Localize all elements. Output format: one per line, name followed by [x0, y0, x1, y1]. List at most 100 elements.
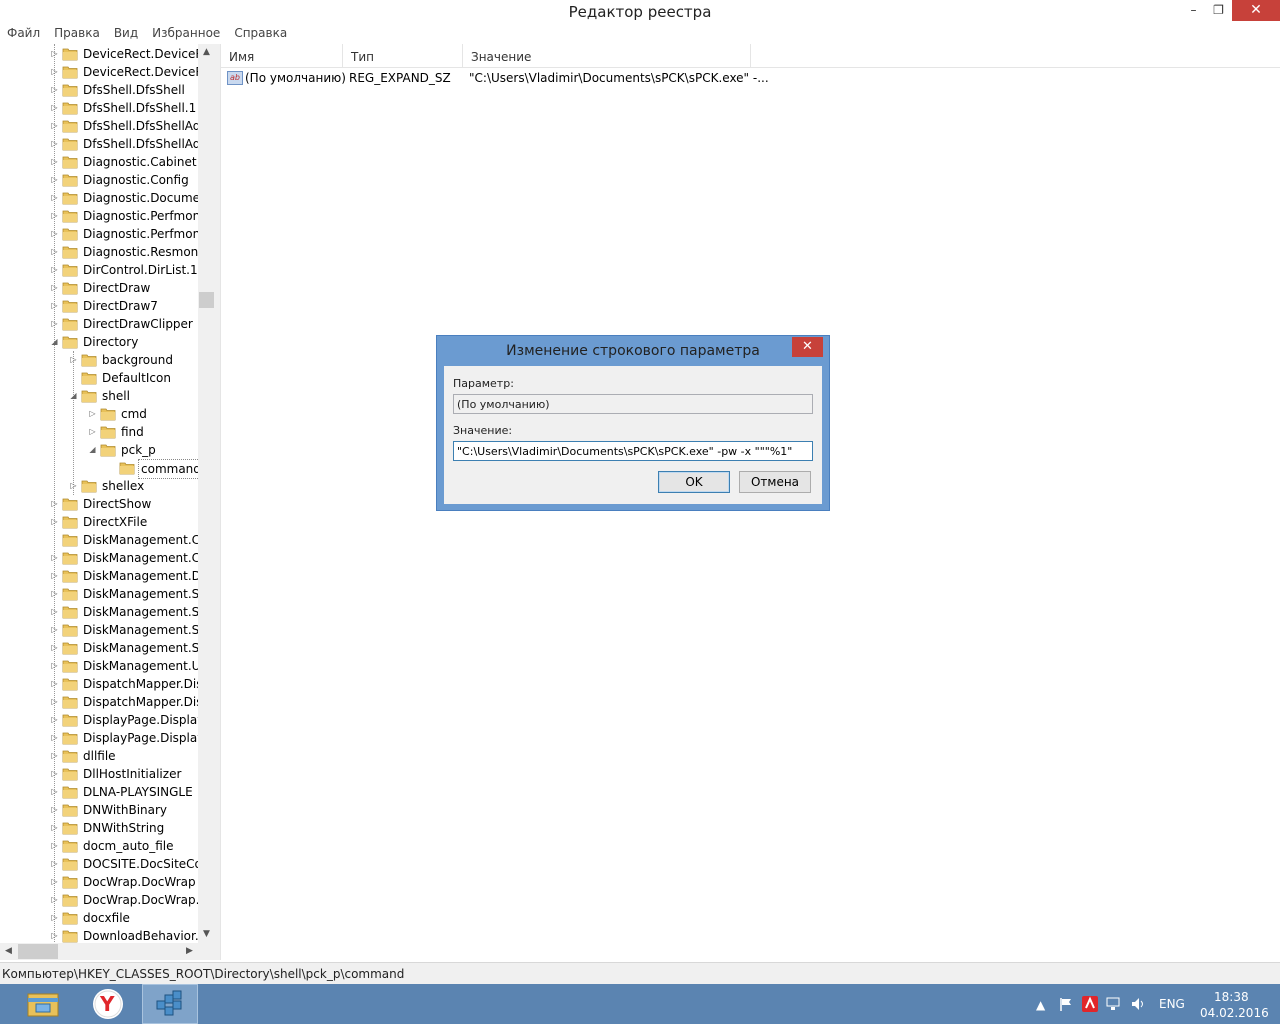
tree-item[interactable]: ▷ DispatchMapper.Disp: [0, 675, 198, 693]
tree-item[interactable]: ▷ DirectDrawClipper: [0, 315, 198, 333]
expand-arrow-icon[interactable]: ▷: [50, 135, 59, 153]
antivirus-icon[interactable]: [1082, 996, 1098, 1024]
collapse-arrow-icon[interactable]: ◢: [88, 441, 97, 459]
tree-item[interactable]: ▷ DfsShell.DfsShell.1: [0, 99, 198, 117]
tree-item[interactable]: ▷ DisplayPage.DisplayC: [0, 729, 198, 747]
tree-item[interactable]: ▷ Diagnostic.Cabinet: [0, 153, 198, 171]
tree-item[interactable]: ▷ DiskManagement.UIT: [0, 657, 198, 675]
column-value[interactable]: Значение: [463, 44, 751, 68]
expand-arrow-icon[interactable]: ▷: [50, 747, 59, 765]
close-button[interactable]: ✕: [1232, 0, 1280, 21]
tree-item[interactable]: ▷ DirectShow: [0, 495, 198, 513]
expand-arrow-icon[interactable]: ▷: [50, 585, 59, 603]
tree-item[interactable]: ▷ DiskManagement.Sna: [0, 585, 198, 603]
tree-item[interactable]: ▷ DirControl.DirList.14.0: [0, 261, 198, 279]
tree-item[interactable]: ▷ DirectDraw: [0, 279, 198, 297]
tree-item[interactable]: ▷ background: [0, 351, 198, 369]
expand-arrow-icon[interactable]: ▷: [50, 171, 59, 189]
tree-item[interactable]: ▷ DeviceRect.DeviceRec: [0, 63, 198, 81]
menu-help[interactable]: Справка: [227, 24, 294, 44]
tree-item[interactable]: ▷ Diagnostic.Document: [0, 189, 198, 207]
expand-arrow-icon[interactable]: ▷: [50, 783, 59, 801]
expand-arrow-icon[interactable]: ▷: [50, 819, 59, 837]
expand-arrow-icon[interactable]: ▷: [50, 153, 59, 171]
cancel-button[interactable]: Отмена: [739, 471, 811, 493]
tree-item[interactable]: ▷ cmd: [0, 405, 198, 423]
tree-item[interactable]: ▷ Diagnostic.Resmon.C: [0, 243, 198, 261]
expand-arrow-icon[interactable]: ▷: [50, 675, 59, 693]
expand-arrow-icon[interactable]: ▷: [50, 801, 59, 819]
menu-edit[interactable]: Правка: [47, 24, 107, 44]
column-name[interactable]: Имя: [221, 44, 343, 68]
tree-item[interactable]: ▷ DfsShell.DfsShellAdm: [0, 135, 198, 153]
column-type[interactable]: Тип: [343, 44, 463, 68]
expand-arrow-icon[interactable]: ▷: [50, 225, 59, 243]
tree-item[interactable]: ▷ DiskManagement.Dat: [0, 567, 198, 585]
tree-item[interactable]: ◢ Directory: [0, 333, 198, 351]
expand-arrow-icon[interactable]: ▷: [50, 495, 59, 513]
collapse-arrow-icon[interactable]: ◢: [50, 333, 59, 351]
expand-arrow-icon[interactable]: ▷: [88, 423, 97, 441]
tree-item[interactable]: ▷ DllHostInitializer: [0, 765, 198, 783]
tree-item[interactable]: ▷ find: [0, 423, 198, 441]
expand-arrow-icon[interactable]: ▷: [50, 117, 59, 135]
menu-file[interactable]: Файл: [0, 24, 47, 44]
tree-item[interactable]: ▷ DirectDraw7: [0, 297, 198, 315]
tree-item[interactable]: ▷ DNWithString: [0, 819, 198, 837]
tree-item[interactable]: ◢ shell: [0, 387, 198, 405]
tree-item[interactable]: DiskManagement.Cor: [0, 531, 198, 549]
scroll-thumb[interactable]: [199, 292, 214, 308]
expand-arrow-icon[interactable]: ▷: [50, 207, 59, 225]
expand-arrow-icon[interactable]: ▷: [50, 315, 59, 333]
expand-arrow-icon[interactable]: ▷: [50, 81, 59, 99]
tree-item[interactable]: ▷ DispatchMapper.Disp: [0, 693, 198, 711]
scroll-right-icon[interactable]: ▶: [181, 943, 198, 960]
tree-item[interactable]: ▷ DLNA-PLAYSINGLE: [0, 783, 198, 801]
dialog-close-button[interactable]: ✕: [792, 337, 823, 357]
tree-item[interactable]: ▷ DNWithBinary: [0, 801, 198, 819]
tree-item[interactable]: ▷ Diagnostic.Perfmon.D: [0, 225, 198, 243]
expand-arrow-icon[interactable]: ▷: [50, 45, 59, 63]
expand-arrow-icon[interactable]: ▷: [50, 279, 59, 297]
tree-item[interactable]: ▷ dllfile: [0, 747, 198, 765]
taskbar-yandex-browser[interactable]: Y: [82, 984, 134, 1024]
horizontal-scroll-thumb[interactable]: [18, 944, 58, 959]
tree-item[interactable]: ▷ DocWrap.DocWrap: [0, 873, 198, 891]
tree-item[interactable]: ▷ DiskManagement.Cor: [0, 549, 198, 567]
expand-arrow-icon[interactable]: ▷: [50, 765, 59, 783]
tree-item[interactable]: ▷ DisplayPage.DisplayC: [0, 711, 198, 729]
tree-item[interactable]: ▷ DownloadBehavior.Do: [0, 927, 198, 944]
tree-item[interactable]: DefaultIcon: [0, 369, 198, 387]
expand-arrow-icon[interactable]: ▷: [50, 63, 59, 81]
tree-vertical-scrollbar[interactable]: ▲ ▼: [198, 44, 215, 943]
registry-tree[interactable]: ▷ DeviceRect.DeviceRec ▷ DeviceRect.DeviceR…: [0, 44, 215, 960]
tree-item[interactable]: ▷ docm_auto_file: [0, 837, 198, 855]
tree-item[interactable]: command: [0, 459, 198, 479]
tree-item[interactable]: ▷ DocWrap.DocWrap.1: [0, 891, 198, 909]
value-data-input[interactable]: "C:\Users\Vladimir\Documents\sPCK\sPCK.e…: [453, 441, 813, 461]
expand-arrow-icon[interactable]: ▷: [50, 909, 59, 927]
expand-arrow-icon[interactable]: ▷: [50, 711, 59, 729]
expand-arrow-icon[interactable]: ▷: [50, 855, 59, 873]
expand-arrow-icon[interactable]: ▷: [50, 891, 59, 909]
expand-arrow-icon[interactable]: ▷: [50, 189, 59, 207]
tree-item[interactable]: ▷ Diagnostic.Perfmon.C: [0, 207, 198, 225]
tree-item[interactable]: ▷ DiskManagement.Sna: [0, 621, 198, 639]
scroll-down-icon[interactable]: ▼: [198, 926, 215, 943]
expand-arrow-icon[interactable]: ▷: [50, 243, 59, 261]
tree-item[interactable]: ▷ DiskManagement.Sna: [0, 639, 198, 657]
expand-arrow-icon[interactable]: ▷: [50, 639, 59, 657]
action-center-flag-icon[interactable]: [1058, 996, 1074, 1024]
menu-view[interactable]: Вид: [107, 24, 145, 44]
maximize-button[interactable]: ❐: [1204, 0, 1233, 21]
tree-item[interactable]: ▷ shellex: [0, 477, 198, 495]
expand-arrow-icon[interactable]: ▷: [50, 549, 59, 567]
expand-arrow-icon[interactable]: ▷: [50, 729, 59, 747]
expand-arrow-icon[interactable]: ▷: [50, 99, 59, 117]
volume-icon[interactable]: [1130, 996, 1146, 1024]
network-icon[interactable]: [1106, 996, 1122, 1024]
tree-item[interactable]: ▷ DfsShell.DfsShell: [0, 81, 198, 99]
tree-item[interactable]: ▷ Diagnostic.Config: [0, 171, 198, 189]
tree-item[interactable]: ▷ DirectXFile: [0, 513, 198, 531]
expand-arrow-icon[interactable]: ▷: [50, 297, 59, 315]
